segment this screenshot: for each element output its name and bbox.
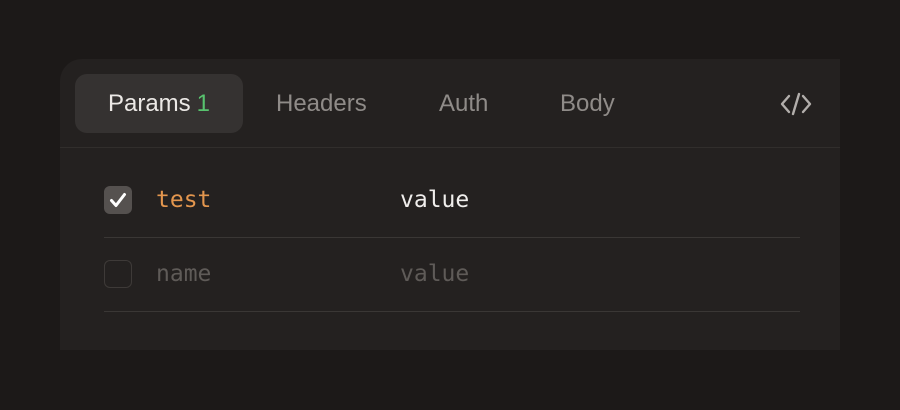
checkmark-icon bbox=[110, 193, 126, 207]
tab-body[interactable]: Body bbox=[560, 74, 615, 133]
param-key-input[interactable]: name bbox=[156, 237, 386, 311]
tab-params-label: Params bbox=[107, 90, 191, 117]
code-icon bbox=[780, 92, 812, 116]
tab-auth[interactable]: Auth bbox=[439, 74, 488, 133]
param-enabled-checkbox[interactable] bbox=[104, 260, 132, 288]
request-params-panel: Params 1 Headers Auth Body test value nam… bbox=[60, 59, 840, 350]
param-key-field[interactable]: test bbox=[156, 163, 386, 237]
param-row: test value bbox=[104, 163, 800, 238]
code-view-button[interactable] bbox=[778, 89, 814, 119]
param-enabled-checkbox[interactable] bbox=[104, 186, 132, 214]
params-count-badge: 1 bbox=[196, 90, 211, 117]
tab-headers[interactable]: Headers bbox=[276, 74, 367, 133]
tab-bar: Params 1 Headers Auth Body bbox=[60, 59, 840, 148]
param-value-input[interactable]: value bbox=[400, 237, 780, 311]
param-row-new: name value bbox=[104, 237, 800, 312]
tab-params[interactable]: Params 1 bbox=[75, 74, 243, 133]
param-value-field[interactable]: value bbox=[400, 163, 780, 237]
